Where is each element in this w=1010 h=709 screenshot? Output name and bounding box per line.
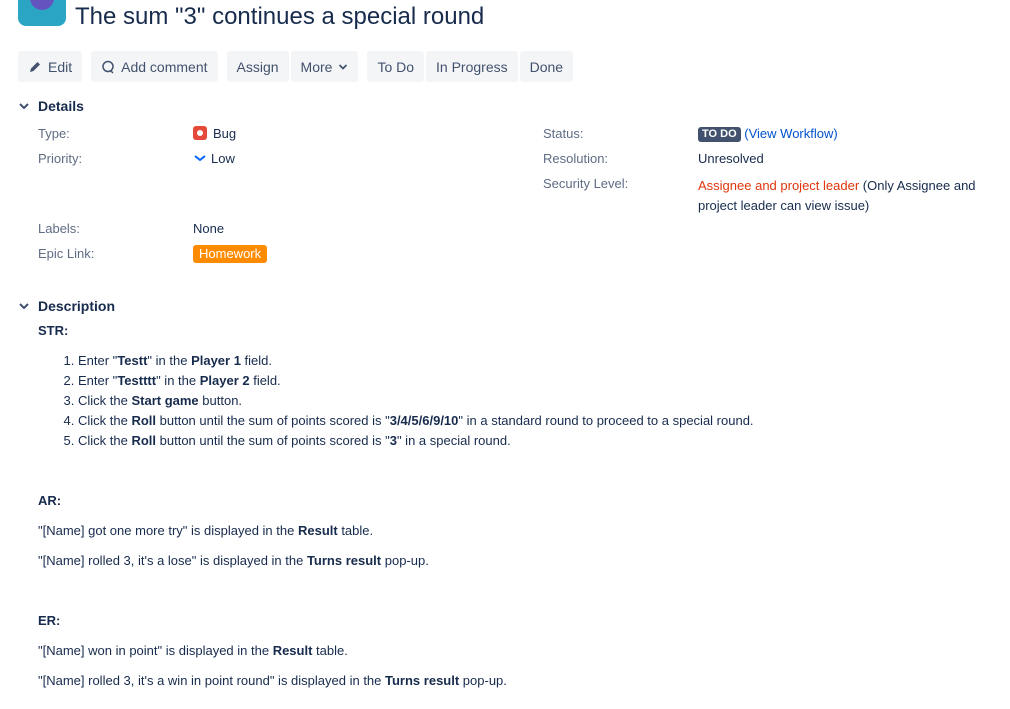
resolution-label: Resolution: (543, 151, 609, 166)
status-lozenge: TO DO (698, 127, 741, 142)
er-line: "[Name] won in point" is displayed in th… (38, 643, 348, 658)
epic-link-value[interactable]: Homework (193, 245, 268, 263)
step-item: Click the Roll button until the sum of p… (78, 431, 754, 451)
labels-value: None (193, 221, 225, 236)
epic-link-label: Epic Link: (38, 246, 95, 261)
chevron-down-icon (19, 303, 29, 310)
description-heading: Description (38, 298, 116, 314)
details-toggle[interactable]: Details (18, 98, 84, 114)
view-workflow-link[interactable]: (View Workflow) (744, 126, 837, 141)
epic-lozenge[interactable]: Homework (193, 245, 268, 263)
steps-list: Enter "Testt" in the Player 1 field. Ent… (38, 351, 754, 451)
done-transition-button[interactable]: Done (519, 51, 574, 82)
ar-line: "[Name] rolled 3, it's a lose" is displa… (38, 553, 429, 568)
security-level-text: Assignee and project leader (698, 178, 860, 193)
project-avatar (18, 0, 66, 26)
edit-button[interactable]: Edit (18, 51, 83, 82)
labels-label: Labels: (38, 221, 80, 236)
status-label: Status: (543, 126, 584, 141)
er-line: "[Name] rolled 3, it's a win in point ro… (38, 673, 507, 688)
pencil-icon (30, 61, 40, 72)
description-toggle[interactable]: Description (18, 298, 115, 314)
ar-line: "[Name] got one more try" is displayed i… (38, 523, 374, 538)
priority-low-icon (194, 155, 206, 162)
chevron-down-icon (19, 103, 29, 110)
str-heading: STR: (38, 323, 69, 338)
issue-title: The sum "3" continues a special round (75, 3, 485, 30)
assign-button[interactable]: Assign (226, 51, 289, 82)
er-heading: ER: (38, 613, 61, 628)
bug-icon (193, 126, 207, 140)
edit-label: Edit (48, 58, 73, 75)
type-text: Bug (213, 126, 237, 141)
ar-heading: AR: (38, 493, 62, 508)
done-label: Done (529, 58, 564, 75)
security-note-line2: project leader can view issue) (698, 198, 870, 213)
add-comment-label: Add comment (121, 58, 208, 75)
step-item: Enter "Testttt" in the Player 2 field. (78, 371, 754, 391)
issue-toolbar: Edit Add comment Assign More To Do In Pr… (18, 51, 574, 82)
type-value: Bug (193, 126, 236, 141)
security-note-line1: (Only Assignee and (862, 178, 976, 193)
resolution-value: Unresolved (698, 151, 764, 166)
step-item: Click the Start game button. (78, 391, 754, 411)
priority-value: Low (193, 151, 235, 166)
in-progress-transition-button[interactable]: In Progress (426, 51, 518, 82)
view-workflow-text[interactable]: View Workflow (749, 126, 834, 141)
assign-label: Assign (236, 58, 279, 75)
more-button[interactable]: More (290, 51, 359, 82)
add-comment-button[interactable]: Add comment (91, 51, 218, 82)
security-level-value: Assignee and project leader (Only Assign… (698, 176, 976, 216)
type-label: Type: (38, 126, 70, 141)
security-level-label: Security Level: (543, 176, 629, 191)
comment-icon (102, 60, 114, 74)
in-progress-label: In Progress (436, 58, 508, 75)
priority-label: Priority: (38, 151, 83, 166)
status-value: TO DO (View Workflow) (698, 126, 838, 142)
chevron-down-icon (339, 63, 348, 70)
more-label: More (300, 58, 333, 75)
step-item: Enter "Testt" in the Player 1 field. (78, 351, 754, 371)
todo-label: To Do (377, 58, 415, 75)
step-item: Click the Roll button until the sum of p… (78, 411, 754, 431)
details-heading: Details (38, 98, 84, 114)
priority-text: Low (211, 151, 235, 166)
avatar-face-icon (30, 0, 54, 10)
todo-transition-button[interactable]: To Do (367, 51, 425, 82)
